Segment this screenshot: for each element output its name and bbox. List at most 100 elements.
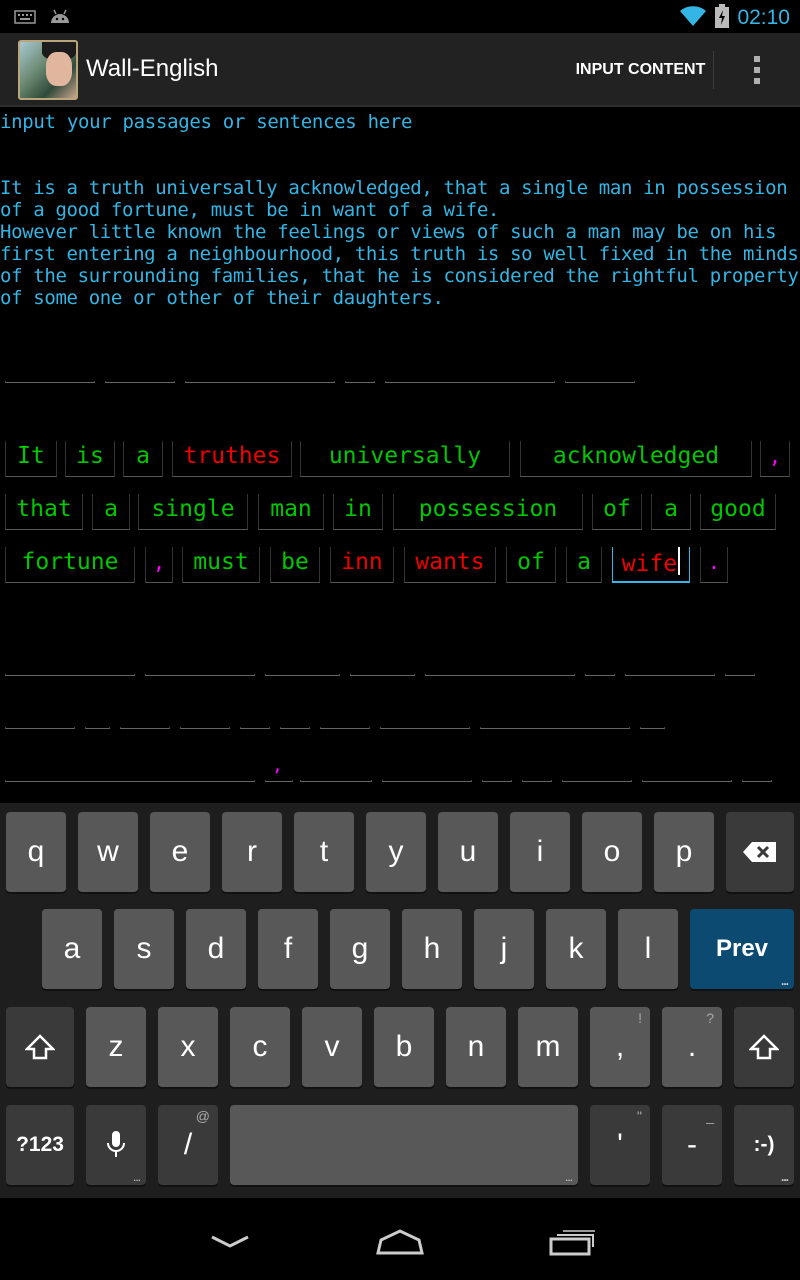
back-icon[interactable]	[200, 1222, 260, 1262]
word-slot[interactable]: is	[65, 441, 115, 477]
blank-slot[interactable]	[265, 780, 293, 782]
blank-slot[interactable]	[5, 780, 255, 782]
blank-slot[interactable]	[300, 780, 372, 782]
blank-slot[interactable]	[120, 727, 170, 729]
blank-slot[interactable]	[105, 381, 175, 383]
blank-slot[interactable]	[5, 381, 95, 383]
key-i[interactable]: i	[510, 812, 570, 892]
blank-slot[interactable]	[382, 780, 472, 782]
key-f[interactable]: f	[258, 909, 318, 989]
backspace-key[interactable]	[726, 812, 794, 892]
word-slot[interactable]: man	[258, 494, 324, 530]
blank-slot[interactable]	[565, 381, 635, 383]
key-m[interactable]: m	[518, 1007, 578, 1087]
blank-slot[interactable]	[522, 780, 552, 782]
overflow-menu-icon[interactable]	[742, 51, 772, 89]
key-p[interactable]: p	[654, 812, 714, 892]
word-slot[interactable]: single	[138, 494, 248, 530]
blank-slot[interactable]	[425, 674, 575, 676]
blank-slot[interactable]	[180, 727, 230, 729]
blank-slot[interactable]	[640, 727, 665, 729]
word-slot[interactable]: good	[700, 494, 776, 530]
blank-slot[interactable]	[350, 674, 415, 676]
word-slot-active[interactable]: wife	[612, 547, 690, 583]
key-q[interactable]: q	[6, 812, 66, 892]
key-k[interactable]: k	[546, 909, 606, 989]
blank-slot[interactable]	[380, 727, 470, 729]
smiley-key[interactable]: :-)...	[734, 1105, 794, 1185]
punct-slot[interactable]: .	[700, 547, 728, 583]
apostrophe-key[interactable]: ' "	[590, 1105, 650, 1185]
blank-slot[interactable]	[240, 727, 270, 729]
word-slot[interactable]: wants	[404, 547, 496, 583]
key-x[interactable]: x	[158, 1007, 218, 1087]
key-b[interactable]: b	[374, 1007, 434, 1087]
blank-slot[interactable]	[265, 674, 340, 676]
word-slot[interactable]: inn	[330, 547, 394, 583]
blank-slot[interactable]	[480, 727, 630, 729]
key-y[interactable]: y	[366, 812, 426, 892]
blank-slot[interactable]	[742, 780, 772, 782]
word-slot[interactable]: acknowledged	[520, 441, 752, 477]
blank-slot[interactable]	[562, 780, 632, 782]
key-c[interactable]: c	[230, 1007, 290, 1087]
shift-key-left[interactable]	[6, 1007, 74, 1087]
key-s[interactable]: s	[114, 909, 174, 989]
slash-key[interactable]: / @	[158, 1105, 218, 1185]
app-icon[interactable]	[18, 40, 78, 100]
key-j[interactable]: j	[474, 909, 534, 989]
blank-slot[interactable]	[585, 674, 615, 676]
word-slot[interactable]: It	[5, 441, 57, 477]
key-w[interactable]: w	[78, 812, 138, 892]
shift-key-right[interactable]	[734, 1007, 794, 1087]
punct-slot[interactable]: ,	[145, 547, 173, 583]
dash-key[interactable]: - _	[662, 1105, 722, 1185]
key-o[interactable]: o	[582, 812, 642, 892]
key-h[interactable]: h	[402, 909, 462, 989]
blank-slot[interactable]	[642, 780, 732, 782]
punct-slot[interactable]: ,	[760, 441, 790, 477]
word-slot[interactable]: that	[5, 494, 83, 530]
key-v[interactable]: v	[302, 1007, 362, 1087]
word-slot[interactable]: a	[92, 494, 130, 530]
key-a[interactable]: a	[42, 909, 102, 989]
word-slot[interactable]: of	[506, 547, 556, 583]
blank-slot[interactable]	[725, 674, 755, 676]
word-slot[interactable]: must	[182, 547, 260, 583]
key-n[interactable]: n	[446, 1007, 506, 1087]
recent-apps-icon[interactable]	[542, 1222, 602, 1262]
word-slot[interactable]: in	[333, 494, 383, 530]
key-period[interactable]: .?	[662, 1007, 722, 1087]
input-content-button[interactable]: INPUT CONTENT	[568, 51, 714, 89]
word-slot[interactable]: possession	[393, 494, 583, 530]
blank-slot[interactable]	[625, 674, 715, 676]
blank-slot[interactable]	[185, 381, 335, 383]
key-r[interactable]: r	[222, 812, 282, 892]
input-prompt[interactable]: input your passages or sentences here	[0, 111, 412, 133]
blank-slot[interactable]	[5, 674, 135, 676]
blank-slot[interactable]	[280, 727, 310, 729]
word-slot[interactable]: a	[123, 441, 163, 477]
key-u[interactable]: u	[438, 812, 498, 892]
key-z[interactable]: z	[86, 1007, 146, 1087]
word-slot[interactable]: a	[566, 547, 602, 583]
home-icon[interactable]	[370, 1222, 430, 1262]
symbols-key[interactable]: ?123	[6, 1105, 74, 1185]
prev-button[interactable]: Prev...	[690, 909, 794, 989]
word-slot[interactable]: a	[651, 494, 691, 530]
key-e[interactable]: e	[150, 812, 210, 892]
key-l[interactable]: l	[618, 909, 678, 989]
word-slot[interactable]: fortune	[5, 547, 135, 583]
punct-slot[interactable]: ,	[272, 755, 283, 776]
word-slot[interactable]: of	[592, 494, 642, 530]
mic-key[interactable]: ...	[86, 1105, 146, 1185]
key-comma[interactable]: ,!	[590, 1007, 650, 1087]
key-g[interactable]: g	[330, 909, 390, 989]
blank-slot[interactable]	[385, 381, 555, 383]
blank-slot[interactable]	[85, 727, 110, 729]
key-t[interactable]: t	[294, 812, 354, 892]
blank-slot[interactable]	[5, 727, 75, 729]
key-d[interactable]: d	[186, 909, 246, 989]
word-slot[interactable]: truthes	[172, 441, 292, 477]
word-slot[interactable]: be	[270, 547, 320, 583]
